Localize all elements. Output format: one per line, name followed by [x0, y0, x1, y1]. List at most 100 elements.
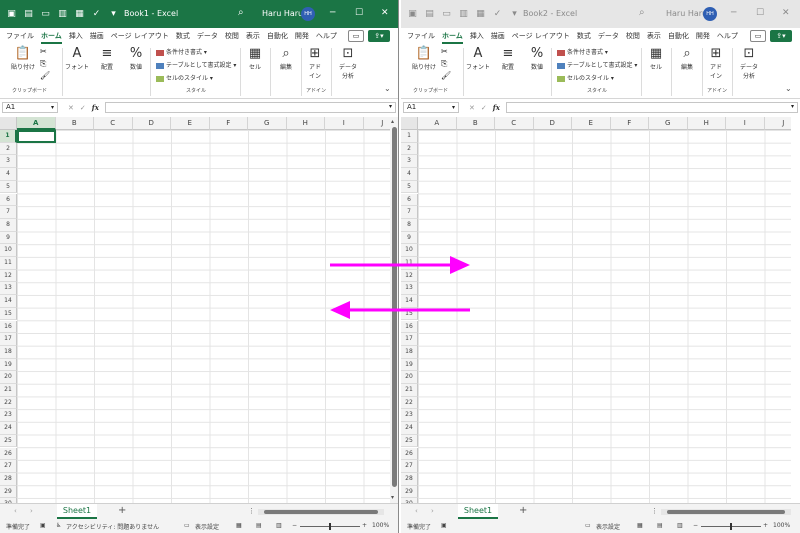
close-icon[interactable]: ✕ — [381, 8, 389, 18]
format-painter-icon[interactable]: 🖌 — [40, 71, 50, 80]
alignment-button[interactable]: ≡ 配置 — [495, 46, 521, 71]
row-header[interactable]: 21 — [0, 384, 17, 397]
row-header[interactable]: 10 — [0, 244, 17, 257]
tab-draw[interactable]: 描画 — [491, 28, 505, 44]
tab-insert[interactable]: 挿入 — [470, 28, 484, 44]
column-header[interactable]: I — [726, 117, 765, 130]
zoom-slider-knob[interactable] — [329, 523, 331, 530]
sheet-next-icon[interactable]: › — [431, 507, 434, 515]
new-file-icon[interactable]: ▭ — [40, 9, 51, 20]
zoom-in-icon[interactable]: + — [763, 522, 768, 529]
font-button[interactable]: A フォント — [465, 46, 491, 71]
row-header[interactable]: 6 — [0, 193, 17, 207]
page-layout-view-icon[interactable]: ▤ — [256, 522, 262, 529]
format-as-table-button[interactable]: テーブルとして書式設定 ▾ — [156, 60, 236, 69]
row-header[interactable]: 27 — [0, 460, 17, 473]
spellcheck-icon[interactable]: ✓ — [492, 9, 503, 20]
row-header[interactable]: 29 — [401, 485, 418, 499]
editing-button[interactable]: ⌕ 編集 — [274, 46, 298, 71]
normal-view-icon[interactable]: ▦ — [637, 522, 643, 529]
row-header[interactable]: 14 — [0, 295, 17, 308]
column-header[interactable]: F — [209, 117, 248, 130]
row-header[interactable]: 4 — [0, 168, 17, 181]
row-header[interactable]: 3 — [0, 155, 17, 169]
row-header[interactable]: 4 — [401, 168, 418, 181]
horizontal-scrollbar[interactable] — [661, 509, 791, 515]
autosave-icon[interactable]: ▣ — [407, 9, 418, 20]
copy-icon[interactable]: ⎘ — [441, 59, 447, 69]
row-header[interactable]: 22 — [401, 396, 418, 410]
row-header[interactable]: 15 — [0, 307, 17, 321]
new-file-icon[interactable]: ▭ — [441, 9, 452, 20]
horizontal-scroll-thumb[interactable] — [264, 510, 378, 514]
zoom-slider-knob[interactable] — [730, 523, 732, 530]
row-header[interactable]: 9 — [0, 231, 17, 245]
row-header[interactable]: 7 — [401, 206, 418, 219]
save-icon[interactable]: ▤ — [424, 9, 435, 20]
row-header[interactable]: 16 — [0, 320, 17, 334]
tab-home[interactable]: ホーム — [442, 28, 463, 44]
more-options-icon[interactable]: ⋮ — [651, 507, 658, 515]
collapse-ribbon-icon[interactable]: ⌄ — [785, 84, 792, 93]
row-header[interactable]: 25 — [401, 434, 418, 448]
column-header[interactable]: J — [363, 117, 390, 130]
row-header[interactable]: 5 — [401, 180, 418, 194]
font-button[interactable]: A フォント — [64, 46, 90, 71]
share-button[interactable]: ⇪▾ — [770, 30, 792, 42]
tab-page-layout[interactable]: ページ レイアウト — [111, 28, 169, 44]
row-header[interactable]: 27 — [401, 460, 418, 473]
column-header[interactable]: D — [533, 117, 572, 130]
minimize-icon[interactable]: ─ — [731, 8, 736, 18]
add-sheet-icon[interactable]: + — [519, 505, 527, 516]
comments-button[interactable]: ▭ — [750, 30, 766, 42]
tab-file[interactable]: ファイル — [407, 28, 435, 44]
vertical-scroll-thumb[interactable] — [392, 127, 397, 487]
row-header[interactable]: 12 — [401, 269, 418, 283]
row-header[interactable]: 21 — [401, 384, 418, 397]
select-all-corner[interactable] — [401, 117, 418, 130]
maximize-icon[interactable]: ☐ — [756, 8, 764, 18]
save-icon[interactable]: ▤ — [23, 9, 34, 20]
column-header[interactable]: E — [171, 117, 210, 130]
display-settings[interactable]: 表示設定 — [195, 522, 219, 531]
tab-review[interactable]: 校閲 — [225, 28, 239, 44]
normal-view-icon[interactable]: ▦ — [236, 522, 242, 529]
row-header[interactable]: 15 — [401, 307, 418, 321]
macro-record-icon[interactable]: ▣ — [441, 522, 447, 529]
print-icon[interactable]: ▥ — [57, 9, 68, 20]
accessibility-icon[interactable]: ♿ — [56, 522, 61, 529]
column-header[interactable]: H — [687, 117, 726, 130]
editing-button[interactable]: ⌕ 編集 — [675, 46, 699, 71]
row-header[interactable]: 13 — [0, 282, 17, 296]
page-break-view-icon[interactable]: ▥ — [276, 522, 282, 529]
name-box[interactable]: A1 — [2, 102, 58, 113]
row-header[interactable]: 8 — [0, 218, 17, 232]
format-painter-icon[interactable]: 🖌 — [441, 71, 451, 80]
display-settings-icon[interactable]: ▭ — [184, 522, 190, 529]
row-header[interactable]: 13 — [401, 282, 418, 296]
column-header[interactable]: A — [418, 117, 457, 130]
analyze-data-button[interactable]: ⊡ データ 分析 — [334, 46, 362, 80]
zoom-level[interactable]: 100% — [773, 522, 790, 529]
row-header[interactable]: 18 — [0, 345, 17, 359]
cut-icon[interactable]: ✂ — [40, 47, 47, 56]
spellcheck-icon[interactable]: ✓ — [91, 9, 102, 20]
tab-formulas[interactable]: 数式 — [577, 28, 591, 44]
tab-data[interactable]: データ — [598, 28, 619, 44]
tab-review[interactable]: 校閲 — [626, 28, 640, 44]
enter-icon[interactable]: ✓ — [80, 104, 86, 112]
tab-help[interactable]: ヘルプ — [717, 28, 738, 44]
row-header[interactable]: 20 — [0, 371, 17, 384]
add-sheet-icon[interactable]: + — [118, 505, 126, 516]
formula-input[interactable] — [104, 102, 396, 113]
row-header[interactable]: 17 — [401, 333, 418, 346]
display-settings-icon[interactable]: ▭ — [585, 522, 591, 529]
row-header[interactable]: 19 — [401, 358, 418, 372]
maximize-icon[interactable]: ☐ — [355, 8, 363, 18]
tab-help[interactable]: ヘルプ — [316, 28, 337, 44]
row-header[interactable]: 16 — [401, 320, 418, 334]
row-header[interactable]: 23 — [0, 409, 17, 423]
paste-button[interactable]: 📋 貼り付け — [409, 46, 439, 71]
search-icon[interactable]: ⌕ — [238, 7, 244, 18]
collapse-ribbon-icon[interactable]: ⌄ — [384, 84, 391, 93]
